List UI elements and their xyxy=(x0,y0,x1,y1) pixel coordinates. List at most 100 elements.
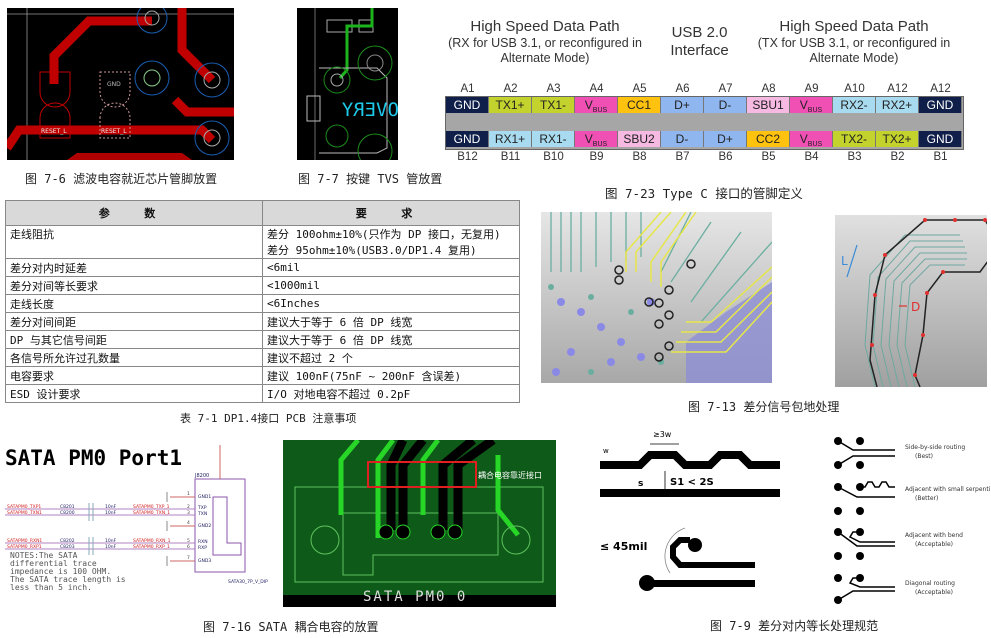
pin-number-label: B1 xyxy=(933,151,948,163)
pin-cell: TX1+ xyxy=(489,97,532,113)
requirement-cell: I/O 对地电容不超过 0.2pF xyxy=(262,384,520,403)
group-title: High Speed Data Path xyxy=(779,18,929,35)
pin-name: D- xyxy=(675,132,689,146)
cap-ref: C8201 xyxy=(60,504,75,510)
pin-name: TX2- xyxy=(840,132,867,146)
routing-title: Adjacent with bend xyxy=(905,532,963,539)
tvs-button-pcb-image: OVERY xyxy=(297,8,398,160)
col-header-param: 参 数 xyxy=(5,200,263,226)
label-w: w xyxy=(603,447,609,455)
pin-name: RX2+ xyxy=(881,98,913,112)
parameter-cell: 走线长度 xyxy=(5,294,263,313)
pin-cell: RX1- xyxy=(532,131,575,147)
filter-cap-pcb-image: GND RESET_L RESET_L xyxy=(7,8,234,160)
diff-pair-vias-pcb-image xyxy=(541,212,772,383)
cap-value: 10nF xyxy=(105,544,117,550)
pin-number: 4 xyxy=(187,520,190,526)
pin-name-subscript: BUS xyxy=(807,107,823,114)
pin-cell: VBUS xyxy=(575,131,618,148)
cap-value: 10nF xyxy=(105,538,117,544)
pin-name: V xyxy=(584,98,593,112)
parameter-cell: 走线阻抗 xyxy=(5,225,263,259)
parameter-cell: 差分对间等长要求 xyxy=(5,276,263,295)
pin-number-label: A12 xyxy=(930,83,951,95)
connector-ref: J8200 xyxy=(194,473,209,479)
figure-caption: 图 7-16 SATA 耦合电容的放置 xyxy=(203,620,379,634)
pin-number-label: B5 xyxy=(761,151,776,163)
parameter-cell: DP 与其它信号间距 xyxy=(5,330,263,349)
pin-name: RX2- xyxy=(840,98,868,112)
routing-rating: (Acceptable) xyxy=(915,589,953,596)
port-name: GND2 xyxy=(198,523,211,529)
net-label-right: SATAPM0_TXN_1 xyxy=(133,510,170,516)
pin-name: TX2+ xyxy=(882,132,912,146)
pin-name-subscript: BUS xyxy=(592,141,608,148)
parameter-cell: 差分对内时延差 xyxy=(5,258,263,277)
pin-cell: TX2- xyxy=(833,131,876,147)
label-d: D xyxy=(911,300,920,314)
pin-cell: RX1+ xyxy=(489,131,532,147)
pin-cell: SBU1 xyxy=(747,97,790,113)
pcb-label-reset: RESET_L xyxy=(101,128,127,135)
pin-name: RX1- xyxy=(539,132,567,146)
pin-cell: RX2- xyxy=(833,97,876,113)
pin-name: D+ xyxy=(717,132,733,146)
pin-number-label: A6 xyxy=(675,83,690,95)
pin-cell: SBU2 xyxy=(618,131,661,147)
pin-cell: GND xyxy=(446,131,489,147)
pin-name: TX1+ xyxy=(495,98,525,112)
col-header-requirement: 要 求 xyxy=(262,200,520,226)
pin-number-label: B3 xyxy=(847,151,862,163)
routing-title: Side-by-side routing xyxy=(905,444,965,451)
requirement-cell: 差分 100ohm±10%(只作为 DP 接口，无复用) 差分 95ohm±10… xyxy=(262,225,520,259)
parameter-cell: 各信号所允许过孔数量 xyxy=(5,348,263,367)
pin-number-label: A4 xyxy=(589,83,604,95)
cap-ref: C8202 xyxy=(60,538,75,544)
pin-cell: VBUS xyxy=(790,97,833,114)
pin-cell: VBUS xyxy=(575,97,618,114)
usb-group-usb2: USB 2.0 Interface xyxy=(657,12,742,72)
pin-number: 2 xyxy=(187,504,190,510)
net-label-left: SATAPM0_TXN1 xyxy=(7,510,42,516)
net-label-left: SATAPM0_TXP1 xyxy=(7,504,41,510)
pin-number-label: B8 xyxy=(632,151,647,163)
pin-cell: RX2+ xyxy=(876,97,919,113)
group-subtitle: (TX for USB 3.1, or reconfigured in Alte… xyxy=(757,36,951,65)
parameter-cell: 电容要求 xyxy=(5,366,263,385)
pin-number: 3 xyxy=(187,510,190,516)
label-s: s xyxy=(638,479,643,489)
pcb-silkscreen: SATA PM0 0 xyxy=(363,589,467,605)
sata-schematic: SATA PM0 Port1 J8200 SATA30_7P_V_DIP SAT… xyxy=(5,445,268,592)
table-row: 差分对内时延差 <6mil xyxy=(5,258,520,277)
pin-number-label: A7 xyxy=(718,83,733,95)
net-label-left: SATAPM0_RXP1 xyxy=(7,544,42,550)
table-row: 走线长度 <6Inches xyxy=(5,294,520,313)
label-s1: S1 < 2S xyxy=(670,477,714,488)
pin-cell: CC2 xyxy=(747,131,790,147)
port-name: TXN xyxy=(197,511,207,517)
pin-number-label: A2 xyxy=(503,83,518,95)
group-subtitle: (RX for USB 3.1, or reconfigured in Alte… xyxy=(448,36,642,65)
dp-requirements-table: 参 数 要 求 走线阻抗 差分 100ohm±10%(只作为 DP 接口，无复用)… xyxy=(5,200,520,403)
pin-name: D- xyxy=(718,98,732,112)
routing-title: Adjacent with small serpentine xyxy=(905,486,990,493)
routing-rating: (Better) xyxy=(915,495,938,502)
pin-number-label: A9 xyxy=(804,83,819,95)
pin-cell: D- xyxy=(661,131,704,147)
pin-name: GND xyxy=(453,98,481,112)
document-page: GND RESET_L RESET_L 图 7-6 滤波电容就近芯片管脚放置 O… xyxy=(0,0,991,638)
pin-name: RX1+ xyxy=(494,132,526,146)
cap-value: 10nF xyxy=(105,510,117,516)
pin-cell: CC1 xyxy=(618,97,661,113)
ground-guard-pcb-image: L D xyxy=(835,215,987,387)
cap-value: 10nF xyxy=(105,504,117,510)
pin-number-label: B10 xyxy=(543,151,564,163)
requirement-cell: <6mil xyxy=(262,258,520,277)
pin-name: V xyxy=(584,132,593,146)
port-name: GND3 xyxy=(198,558,211,564)
requirement-cell: <6Inches xyxy=(262,294,520,313)
pin-cell: VBUS xyxy=(790,131,833,148)
pin-name: V xyxy=(799,98,808,112)
group-title: High Speed Data Path xyxy=(470,18,620,35)
pin-cell: D- xyxy=(704,97,747,113)
